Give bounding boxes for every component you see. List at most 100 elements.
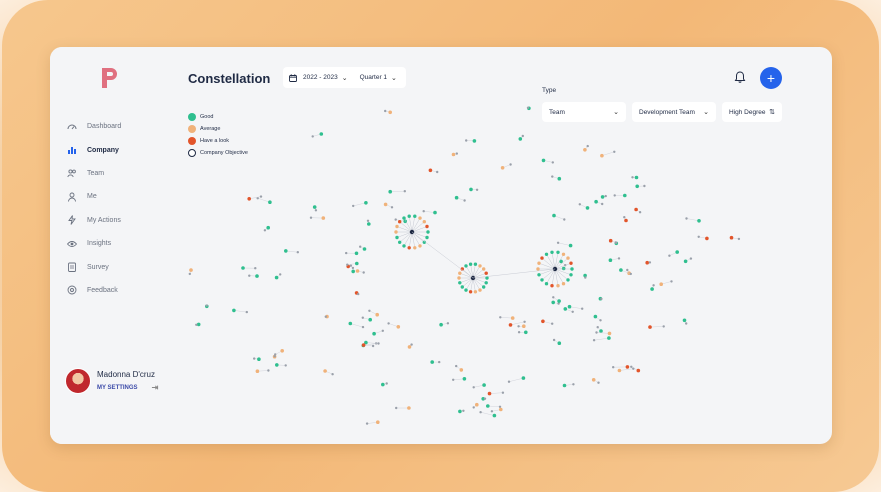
graph-node[interactable]	[321, 216, 326, 220]
graph-node[interactable]	[517, 325, 520, 328]
graph-node[interactable]	[324, 315, 327, 318]
graph-node[interactable]	[563, 218, 566, 221]
graph-node[interactable]	[259, 195, 263, 198]
graph-node[interactable]	[458, 281, 462, 285]
graph-node[interactable]	[634, 175, 639, 180]
graph-node[interactable]	[586, 144, 589, 148]
graph-node[interactable]	[368, 309, 371, 312]
graph-node[interactable]	[459, 368, 464, 372]
graph-node[interactable]	[359, 245, 362, 248]
graph-node[interactable]	[556, 250, 560, 254]
graph-node[interactable]	[384, 109, 387, 113]
graph-node[interactable]	[452, 378, 455, 381]
graph-node[interactable]	[508, 323, 513, 327]
graph-node[interactable]	[648, 325, 652, 329]
graph-node[interactable]	[464, 264, 468, 268]
graph-node[interactable]	[436, 170, 439, 174]
graph-node[interactable]	[500, 166, 505, 170]
graph-node[interactable]	[455, 364, 458, 368]
graph-node[interactable]	[469, 187, 473, 192]
graph-node[interactable]	[608, 258, 613, 262]
graph-node[interactable]	[567, 304, 572, 309]
graph-node[interactable]	[737, 237, 741, 241]
graph-node[interactable]	[331, 373, 334, 376]
graph-node[interactable]	[196, 322, 201, 327]
graph-node[interactable]	[593, 314, 598, 319]
graph-node[interactable]	[314, 209, 318, 212]
graph-node[interactable]	[407, 246, 411, 250]
graph-node[interactable]	[608, 238, 613, 243]
graph-node[interactable]	[346, 263, 349, 266]
graph-node[interactable]	[366, 219, 370, 222]
graph-node[interactable]	[381, 382, 385, 387]
graph-node[interactable]	[254, 267, 257, 270]
graph-node[interactable]	[205, 304, 208, 307]
graph-node[interactable]	[458, 271, 462, 275]
graph-node[interactable]	[499, 316, 502, 319]
graph-node[interactable]	[583, 148, 587, 152]
graph-node[interactable]	[362, 247, 367, 251]
graph-node[interactable]	[394, 230, 398, 234]
graph-node[interactable]	[550, 250, 554, 254]
graph-node[interactable]	[568, 243, 573, 248]
graph-node[interactable]	[551, 322, 554, 325]
graph-node[interactable]	[255, 274, 259, 278]
graph-node[interactable]	[280, 349, 284, 353]
graph-node[interactable]	[365, 422, 369, 425]
graph-node[interactable]	[361, 316, 364, 319]
graph-node[interactable]	[284, 364, 287, 367]
graph-node[interactable]	[398, 240, 402, 244]
graph-node[interactable]	[634, 207, 638, 212]
graph-node[interactable]	[585, 206, 590, 210]
graph-node[interactable]	[349, 264, 353, 267]
graph-node[interactable]	[536, 267, 540, 271]
graph-node[interactable]	[510, 316, 515, 320]
graph-node[interactable]	[592, 339, 596, 342]
graph-node[interactable]	[541, 319, 545, 324]
graph-node[interactable]	[296, 251, 299, 254]
graph-node[interactable]	[483, 397, 487, 400]
graph-node[interactable]	[591, 378, 596, 382]
graph-node[interactable]	[402, 216, 406, 220]
graph-node[interactable]	[387, 322, 390, 325]
graph-node[interactable]	[407, 214, 411, 218]
graph-node[interactable]	[407, 406, 411, 410]
graph-node[interactable]	[544, 252, 549, 256]
graph-node[interactable]	[617, 368, 622, 373]
graph-node[interactable]	[509, 163, 512, 166]
graph-node[interactable]	[468, 290, 473, 294]
graph-node[interactable]	[501, 391, 505, 394]
graph-node[interactable]	[345, 251, 348, 255]
graph-node[interactable]	[683, 259, 688, 264]
graph-node[interactable]	[312, 205, 317, 209]
graph-node[interactable]	[648, 261, 652, 264]
graph-node[interactable]	[552, 296, 555, 299]
graph-node[interactable]	[482, 383, 486, 387]
graph-node[interactable]	[484, 271, 488, 275]
graph-node[interactable]	[498, 405, 502, 408]
graph-node[interactable]	[458, 409, 462, 414]
graph-node[interactable]	[601, 202, 604, 206]
graph-node[interactable]	[650, 287, 654, 291]
graph-node[interactable]	[463, 199, 466, 202]
graph-node[interactable]	[729, 235, 734, 240]
graph-node[interactable]	[697, 219, 701, 223]
graph-node[interactable]	[524, 330, 528, 335]
graph-node[interactable]	[410, 343, 413, 346]
graph-node[interactable]	[521, 376, 526, 380]
graph-node[interactable]	[413, 246, 417, 250]
graph-node[interactable]	[475, 402, 479, 407]
graph-node[interactable]	[557, 341, 562, 346]
graph-node[interactable]	[381, 329, 384, 332]
graph-node[interactable]	[635, 184, 639, 189]
graph-node[interactable]	[522, 324, 526, 329]
graph-node[interactable]	[430, 360, 435, 364]
graph-node[interactable]	[537, 261, 541, 265]
graph-node[interactable]	[413, 214, 417, 218]
constellation-graph[interactable]	[50, 47, 832, 444]
graph-node[interactable]	[454, 195, 459, 200]
graph-node[interactable]	[460, 285, 464, 289]
graph-node[interactable]	[464, 288, 468, 292]
graph-node[interactable]	[551, 161, 554, 164]
graph-node[interactable]	[617, 257, 621, 260]
